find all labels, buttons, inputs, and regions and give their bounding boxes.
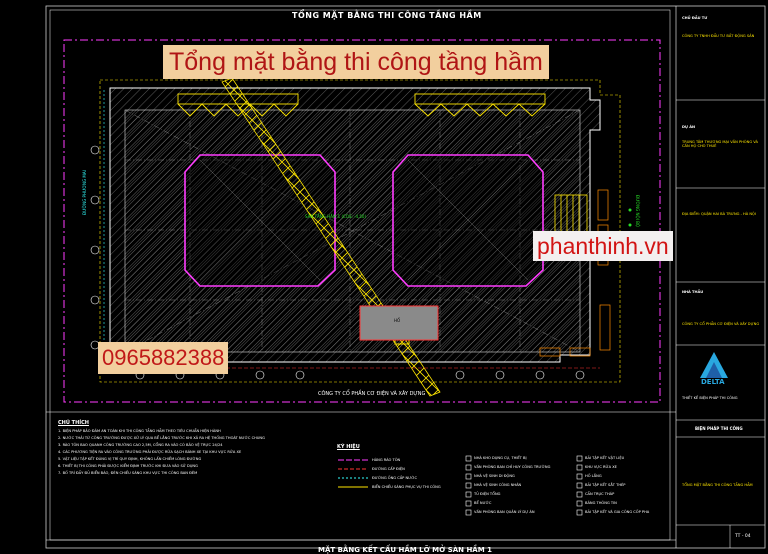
center-slab-label: SÀN TẦNG HẦM 1 (COS: -4.50) (305, 214, 367, 219)
note-line: 7. BỐ TRÍ ĐẦY ĐỦ BIỂN BÁO, ĐÈN CHIẾU SÁN… (58, 471, 198, 475)
overlay-banner: Tổng mặt bằng thi công tầng hầm (163, 45, 549, 79)
legend-item: NHÀ KHO DỤNG CỤ, THIẾT BỊ (474, 456, 527, 460)
project-location: ĐỊA ĐIỂM: QUẬN HAI BÀ TRƯNG - HÀ NỘI (682, 212, 756, 216)
pit-label: HỐ (394, 318, 401, 323)
legend-item: NHÀ VỆ SINH CÔNG NHÂN (474, 483, 522, 487)
legend-item: ĐƯỜNG ỐNG CẤP NƯỚC (372, 476, 418, 480)
legend-item: BỂ NƯỚC (474, 501, 492, 505)
note-line: 1. BIỆN PHÁP BẢO ĐẢM AN TOÀN KHI THI CÔN… (58, 429, 221, 433)
delta-logo-text: DELTA (701, 378, 725, 386)
legend-item: NHÀ VỆ SINH DI ĐỘNG (474, 474, 515, 478)
legend-item: HÀNG RÀO TÔN (372, 458, 401, 462)
tower-core-right (392, 154, 544, 287)
legend-item: BÃI TẬP KẾT VẬT LIỆU (585, 456, 625, 460)
project-heading: DỰ ÁN (682, 125, 696, 129)
settling-pit (359, 305, 439, 341)
legend-item: BÃI TẬP KẾT SẮT THÉP (585, 483, 626, 487)
owner-name: CÔNG TY TNHH ĐẦU TƯ BẤT ĐỘNG SẢN (682, 34, 755, 38)
company-label: CÔNG TY CỔ PHẦN CƠ ĐIỆN VÀ XÂY DỰNG (318, 391, 426, 397)
owner-heading: CHỦ ĐẦU TƯ (682, 16, 708, 20)
legend-item: CẦN TRỤC THÁP (585, 492, 615, 496)
note-line: 2. NƯỚC THẢI TỪ CÔNG TRƯỜNG ĐƯỢC XỬ LÝ Q… (58, 436, 265, 440)
legend-item: BIỂN CHIẾU SÁNG PHỤC VỤ THI CÔNG (372, 485, 441, 489)
tower-core-left (184, 154, 336, 287)
legend-line-samples (338, 459, 368, 488)
notes-heading: CHÚ THÍCH (58, 420, 89, 426)
legend-item: KHU VỰC RỬA XE (585, 465, 617, 469)
sheet-title-heading: BIỆN PHÁP THI CÔNG (695, 426, 743, 431)
contractor-name: CÔNG TY CỔ PHẦN CƠ ĐIỆN VÀ XÂY DỰNG (682, 322, 760, 326)
project-name: TRUNG TÂM THƯƠNG MẠI VĂN PHÒNG VÀ CĂN HỘ… (682, 140, 758, 148)
legend-item: ĐƯỜNG CẤP ĐIỆN (372, 467, 405, 471)
street-left-label: ĐƯỜNG PHƯƠNG MAI (82, 170, 87, 215)
note-line: 6. THIẾT BỊ THI CÔNG PHẢI ĐƯỢC KIỂM ĐỊNH… (58, 464, 198, 468)
street-right-label: ĐƯỜNG NỘI BỘ (635, 195, 640, 228)
legend-item: BÃI TẬP KẾT VÀ GIA CÔNG CỐP PHA (585, 510, 650, 514)
drawing-title: TỔNG MẶT BẰNG THI CÔNG TẦNG HẦM (292, 11, 482, 20)
notes-list: 1. BIỆN PHÁP BẢO ĐẢM AN TOÀN KHI THI CÔN… (58, 428, 308, 477)
designer-label: THIẾT KẾ BIỆN PHÁP THI CÔNG (682, 396, 738, 400)
note-line: 5. VẬT LIỆU TẬP KẾT ĐÚNG VỊ TRÍ QUY ĐỊNH… (58, 457, 202, 461)
sheet-number: TT - 04 (735, 534, 751, 539)
legend-item: VĂN PHÒNG BAN QUẢN LÝ DỰ ÁN (474, 510, 535, 514)
cad-drawing-canvas: TỔNG MẶT BẰNG THI CÔNG TẦNG HẦM MẶT BẰNG… (0, 0, 768, 554)
sheet-name: TỔNG MẶT BẰNG THI CÔNG TẦNG HẦM (682, 483, 753, 487)
overlay-phone: 0965882388 (98, 342, 229, 374)
legend-item: TỦ ĐIỆN TỔNG (474, 492, 501, 496)
note-line: 3. RÀO TÔN BAO QUANH CÔNG TRƯỜNG CAO 2,5… (58, 443, 223, 447)
contractor-heading: NHÀ THẦU (682, 290, 704, 294)
legend-item: HỐ LẮNG (585, 474, 602, 478)
legend-heading: KÝ HIỆU (337, 444, 360, 450)
note-line: 4. CÁC PHƯƠNG TIỆN RA VÀO CÔNG TRƯỜNG PH… (58, 450, 242, 454)
legend-item: BẢNG THÔNG TIN (585, 501, 617, 505)
overlay-website: phanthinh.vn (533, 231, 673, 261)
legend-item: VĂN PHÒNG BAN CHỈ HUY CÔNG TRƯỜNG (474, 465, 551, 469)
